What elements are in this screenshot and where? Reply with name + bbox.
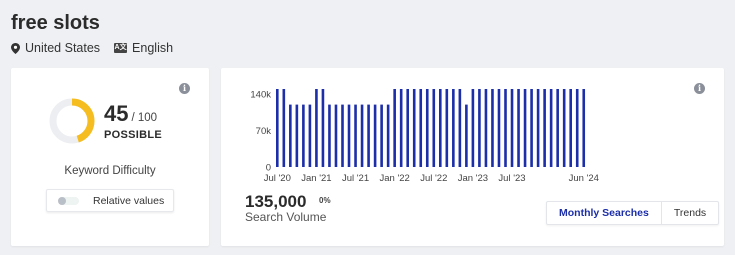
chart-bar <box>289 104 292 167</box>
y-tick-label: 140k <box>250 90 271 101</box>
chart-bar <box>562 89 566 167</box>
page-title: free slots <box>11 12 100 34</box>
chart-bar <box>569 89 572 167</box>
chart-bar <box>328 104 331 167</box>
toggle-switch[interactable] <box>58 196 79 205</box>
relative-values-label: Relative values <box>93 194 165 207</box>
chart-bar <box>549 89 553 167</box>
chart-bar <box>295 104 299 167</box>
keyword-difficulty-card: i 45/ 100 POSSIBLE Keyword Difficulty Re… <box>11 68 209 246</box>
chart-bar <box>510 89 514 167</box>
x-tick-label: Jul '22 <box>420 173 447 184</box>
chart-bar <box>536 89 540 167</box>
chart-bar <box>432 89 436 167</box>
chart-bar <box>367 104 370 167</box>
relative-values-toggle[interactable]: Relative values <box>46 189 174 212</box>
chart-bar <box>380 104 383 167</box>
chart-bar <box>276 89 279 167</box>
chart-bar <box>582 89 586 167</box>
x-tick-label: Jan '22 <box>379 173 409 184</box>
info-icon[interactable]: i <box>179 83 190 94</box>
chart-bar <box>575 89 579 167</box>
location: United States <box>11 41 100 55</box>
chart-bar <box>354 104 357 167</box>
search-volume-change: 0% <box>319 196 331 205</box>
chart-bar <box>406 89 409 167</box>
chart-bar <box>465 104 468 167</box>
chart-bar <box>419 89 423 167</box>
chart-bar <box>543 89 546 167</box>
chart-bar <box>530 89 533 167</box>
tab-trends[interactable]: Trends <box>662 202 718 224</box>
x-tick-label: Jul '23 <box>498 173 525 184</box>
chart-bar <box>517 89 520 167</box>
chart-bar <box>458 89 462 167</box>
chart-bar <box>412 89 416 167</box>
chart-bar <box>373 104 377 167</box>
chart-bar <box>484 89 488 167</box>
tab-monthly-searches[interactable]: Monthly Searches <box>547 202 662 224</box>
chart-bar <box>334 104 338 167</box>
chart-bar <box>471 89 475 167</box>
x-tick-label: Jun '24 <box>569 173 599 184</box>
chart-bar <box>386 104 390 167</box>
x-tick-label: Jul '21 <box>342 173 369 184</box>
chart-bar <box>425 89 429 167</box>
chart-bar <box>452 89 455 167</box>
difficulty-label: Keyword Difficulty <box>64 165 156 177</box>
language-icon: A文 <box>114 43 128 53</box>
chart-tabs: Monthly Searches Trends <box>546 201 720 225</box>
chart-bar <box>478 89 481 167</box>
y-tick-label: 0 <box>266 163 271 174</box>
chart-bar <box>282 89 286 167</box>
chart-bar <box>341 104 344 167</box>
chart-bar <box>393 89 396 167</box>
language: A文 English <box>114 41 173 55</box>
chart-bar <box>497 89 501 167</box>
chart-bar <box>347 104 351 167</box>
chart-bar <box>321 89 325 167</box>
search-volume-label: Search Volume <box>245 210 327 224</box>
chart-bar <box>360 104 364 167</box>
y-tick-label: 70k <box>256 126 272 137</box>
difficulty-level: POSSIBLE <box>104 129 163 141</box>
chart-bar <box>308 104 312 167</box>
difficulty-score-value: 45 <box>104 101 129 126</box>
toggle-knob <box>58 196 66 205</box>
keyword-meta: United States A文 English <box>11 41 187 55</box>
difficulty-score-max: / 100 <box>131 112 158 124</box>
search-volume-value: 135,000 <box>245 192 307 211</box>
x-tick-label: Jan '23 <box>458 173 488 184</box>
difficulty-gauge <box>49 98 95 144</box>
chart-bar <box>302 104 305 167</box>
chart-bar <box>445 89 449 167</box>
x-tick-label: Jan '21 <box>301 173 331 184</box>
chart-bar <box>523 89 527 167</box>
chart-bar <box>399 89 403 167</box>
difficulty-score: 45/ 100 <box>104 101 157 127</box>
location-label: United States <box>25 41 101 55</box>
search-volume-card: i 0 70k 140k Jul '20 Jan '21 Jul '21 Jan '22 Ju… <box>221 68 724 246</box>
location-pin-icon <box>11 42 20 54</box>
chart-bar <box>439 89 442 167</box>
x-tick-label: Jul '20 <box>264 173 291 184</box>
chart-bar <box>315 89 318 167</box>
chart-bar <box>491 89 494 167</box>
language-label: English <box>132 41 174 55</box>
monthly-searches-chart: 0 70k 140k Jul '20 Jan '21 Jul '21 Jan '22 Jul … <box>250 89 599 184</box>
chart-bar <box>504 89 507 167</box>
chart-bar <box>556 89 559 167</box>
